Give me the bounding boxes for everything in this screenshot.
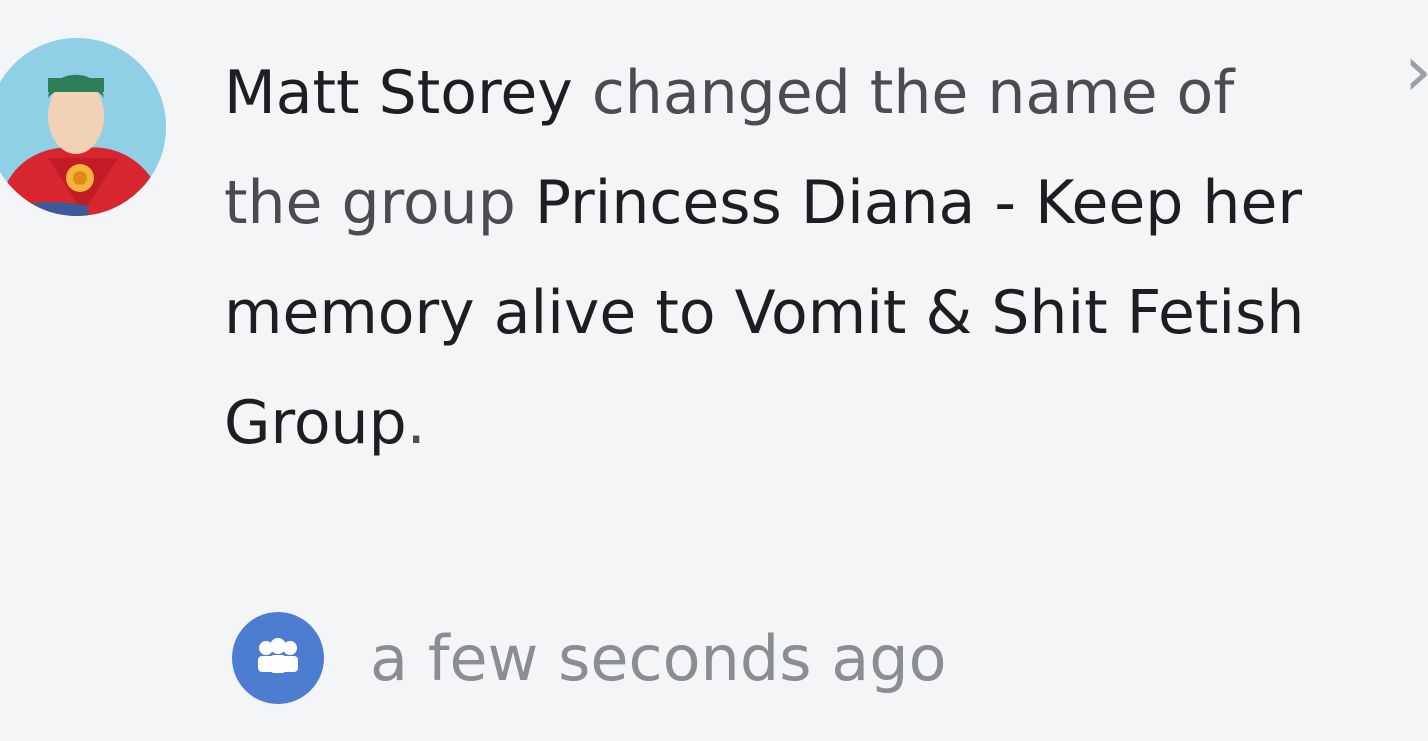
trailing-period: .: [406, 388, 426, 458]
group-notification[interactable]: Matt Storey changed the name of the grou…: [0, 0, 1428, 741]
actor-name[interactable]: Matt Storey: [224, 58, 573, 128]
timestamp: a few seconds ago: [370, 621, 947, 695]
group-icon: [258, 638, 298, 673]
notification-message: Matt Storey changed the name of the grou…: [224, 38, 1334, 478]
dismiss-icon[interactable]: ›: [1404, 36, 1428, 106]
notification-meta: a few seconds ago: [232, 612, 947, 704]
user-avatar[interactable]: [0, 38, 166, 216]
group-badge: [232, 612, 324, 704]
superhero-avatar-icon: [0, 38, 166, 216]
